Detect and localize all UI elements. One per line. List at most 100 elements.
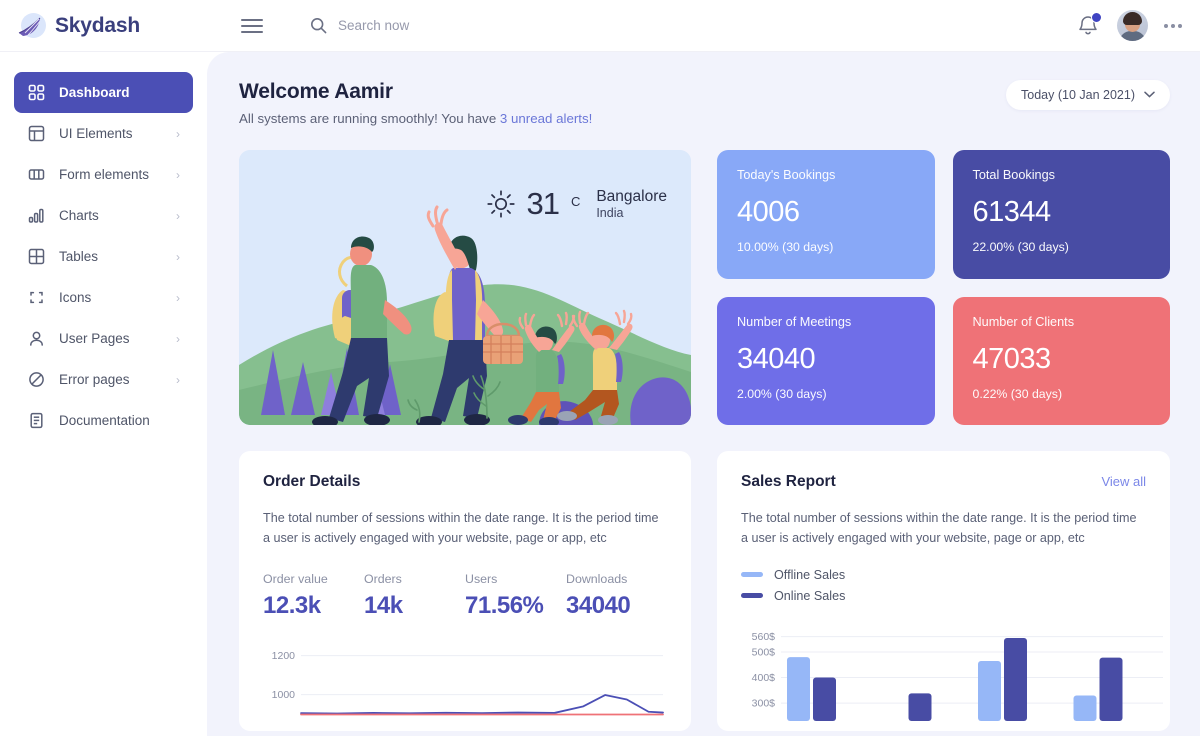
metric-label: Order value — [263, 572, 364, 586]
more-horizontal-icon[interactable] — [1164, 24, 1182, 28]
stat-card-number-of-clients[interactable]: Number of Clients 47033 0.22% (30 days) — [953, 297, 1171, 426]
metric-value: 71.56% — [465, 592, 566, 620]
subtitle-prefix: All systems are running smoothly! You ha… — [239, 111, 500, 126]
table-icon — [27, 248, 45, 266]
main-content: Welcome Aamir All systems are running sm… — [207, 52, 1200, 736]
sidebar-item-form-elements[interactable]: Form elements › — [14, 154, 193, 195]
stat-card-number-of-meetings[interactable]: Number of Meetings 34040 2.00% (30 days) — [717, 297, 935, 426]
weather-temperature: 31 — [526, 186, 558, 222]
stat-delta: 2.00% (30 days) — [737, 387, 915, 401]
stat-label: Number of Meetings — [737, 315, 915, 329]
sparkle-icon — [27, 289, 45, 307]
legend-swatch — [741, 593, 763, 598]
search-bar[interactable] — [310, 17, 598, 34]
welcome-header: Welcome Aamir All systems are running sm… — [239, 80, 1170, 126]
notification-badge — [1091, 12, 1102, 23]
legend-item-offline-sales: Offline Sales — [741, 568, 1146, 582]
sidebar-item-label: Form elements — [59, 167, 162, 182]
sales-report-bar-chart: 560$ 500$ 400$ 300$ — [741, 621, 1146, 726]
welcome-text-block: Welcome Aamir All systems are running sm… — [239, 80, 592, 126]
stat-label: Total Bookings — [973, 168, 1151, 182]
chevron-down-icon — [1144, 90, 1155, 101]
order-details-line-chart: 12001000 — [263, 638, 667, 723]
svg-text:500$: 500$ — [752, 646, 776, 658]
legend-label: Offline Sales — [774, 568, 845, 582]
metric-value: 12.3k — [263, 592, 364, 620]
avatar[interactable] — [1117, 10, 1148, 41]
sidebar-item-user-pages[interactable]: User Pages › — [14, 318, 193, 359]
svg-text:1000: 1000 — [272, 689, 296, 701]
stat-cards: Today's Bookings 4006 10.00% (30 days) T… — [717, 150, 1170, 425]
metric-orders: Orders 14k — [364, 572, 465, 620]
sidebar-item-label: Charts — [59, 208, 162, 223]
sidebar-item-label: Icons — [59, 290, 162, 305]
layout-icon — [27, 125, 45, 143]
metric-label: Users — [465, 572, 566, 586]
sidebar-item-label: Documentation — [59, 413, 180, 428]
chart-legend: Offline Sales Online Sales — [741, 568, 1146, 603]
card-description: The total number of sessions within the … — [741, 508, 1146, 549]
weather-country: India — [596, 206, 667, 220]
card-title: Sales Report — [741, 473, 836, 491]
sidebar-item-tables[interactable]: Tables › — [14, 236, 193, 277]
stat-value: 47033 — [973, 343, 1151, 376]
metric-label: Orders — [364, 572, 465, 586]
sidebar-item-charts[interactable]: Charts › — [14, 195, 193, 236]
hero-banner: 31 C Bangalore India — [239, 150, 691, 425]
brand-logo[interactable]: Skydash — [0, 11, 207, 41]
sidebar-item-dashboard[interactable]: Dashboard — [14, 72, 193, 113]
legend-label: Online Sales — [774, 589, 845, 603]
sales-report-card: Sales Report View all The total number o… — [717, 451, 1170, 731]
stat-value: 4006 — [737, 196, 915, 229]
sidebar-item-label: Error pages — [59, 372, 162, 387]
stat-delta: 10.00% (30 days) — [737, 240, 915, 254]
sidebar-item-label: UI Elements — [59, 126, 162, 141]
sidebar-item-ui-elements[interactable]: UI Elements › — [14, 113, 193, 154]
search-input[interactable] — [338, 18, 598, 33]
sidebar-item-documentation[interactable]: Documentation — [14, 400, 193, 441]
topbar-actions — [1077, 10, 1200, 41]
metric-downloads: Downloads 34040 — [566, 572, 667, 620]
date-filter-dropdown[interactable]: Today (10 Jan 2021) — [1006, 80, 1170, 110]
order-details-card: Order Details The total number of sessio… — [239, 451, 691, 731]
hamburger-menu-icon[interactable] — [241, 15, 263, 37]
weather-widget: 31 C Bangalore India — [486, 186, 667, 222]
stat-card-total-bookings[interactable]: Total Bookings 61344 22.00% (30 days) — [953, 150, 1171, 279]
bell-icon[interactable] — [1077, 13, 1101, 39]
metric-value: 34040 — [566, 592, 667, 620]
legend-item-online-sales: Online Sales — [741, 589, 1146, 603]
chevron-right-icon: › — [176, 374, 180, 386]
svg-text:400$: 400$ — [752, 672, 776, 684]
card-header: Sales Report View all — [741, 473, 1146, 491]
brand-name: Skydash — [55, 14, 140, 38]
metric-value: 14k — [364, 592, 465, 620]
sidebar-item-icons[interactable]: Icons › — [14, 277, 193, 318]
page-subtitle: All systems are running smoothly! You ha… — [239, 111, 592, 126]
stat-delta: 22.00% (30 days) — [973, 240, 1151, 254]
order-metrics: Order value 12.3k Orders 14k Users 71.56… — [263, 572, 667, 620]
columns-icon — [27, 166, 45, 184]
metric-users: Users 71.56% — [465, 572, 566, 620]
search-icon — [310, 17, 327, 34]
stat-card-todays-bookings[interactable]: Today's Bookings 4006 10.00% (30 days) — [717, 150, 935, 279]
chevron-right-icon: › — [176, 333, 180, 345]
sidebar: Dashboard UI Elements › Form elements — [0, 52, 207, 736]
stat-label: Number of Clients — [973, 315, 1151, 329]
document-icon — [27, 412, 45, 430]
view-all-link[interactable]: View all — [1101, 474, 1146, 489]
metric-order-value: Order value 12.3k — [263, 572, 364, 620]
unread-alerts-link[interactable]: 3 unread alerts! — [500, 111, 592, 126]
weather-unit: C — [571, 194, 580, 209]
sidebar-item-error-pages[interactable]: Error pages › — [14, 359, 193, 400]
sun-icon — [486, 189, 516, 219]
sidebar-item-label: Tables — [59, 249, 162, 264]
svg-text:560$: 560$ — [752, 631, 776, 643]
page-title: Welcome Aamir — [239, 80, 592, 104]
bar-chart-icon — [27, 207, 45, 225]
chevron-right-icon: › — [176, 251, 180, 263]
feather-logo-icon — [16, 11, 46, 41]
chevron-right-icon: › — [176, 169, 180, 181]
stat-delta: 0.22% (30 days) — [973, 387, 1151, 401]
svg-text:300$: 300$ — [752, 697, 776, 709]
user-icon — [27, 330, 45, 348]
